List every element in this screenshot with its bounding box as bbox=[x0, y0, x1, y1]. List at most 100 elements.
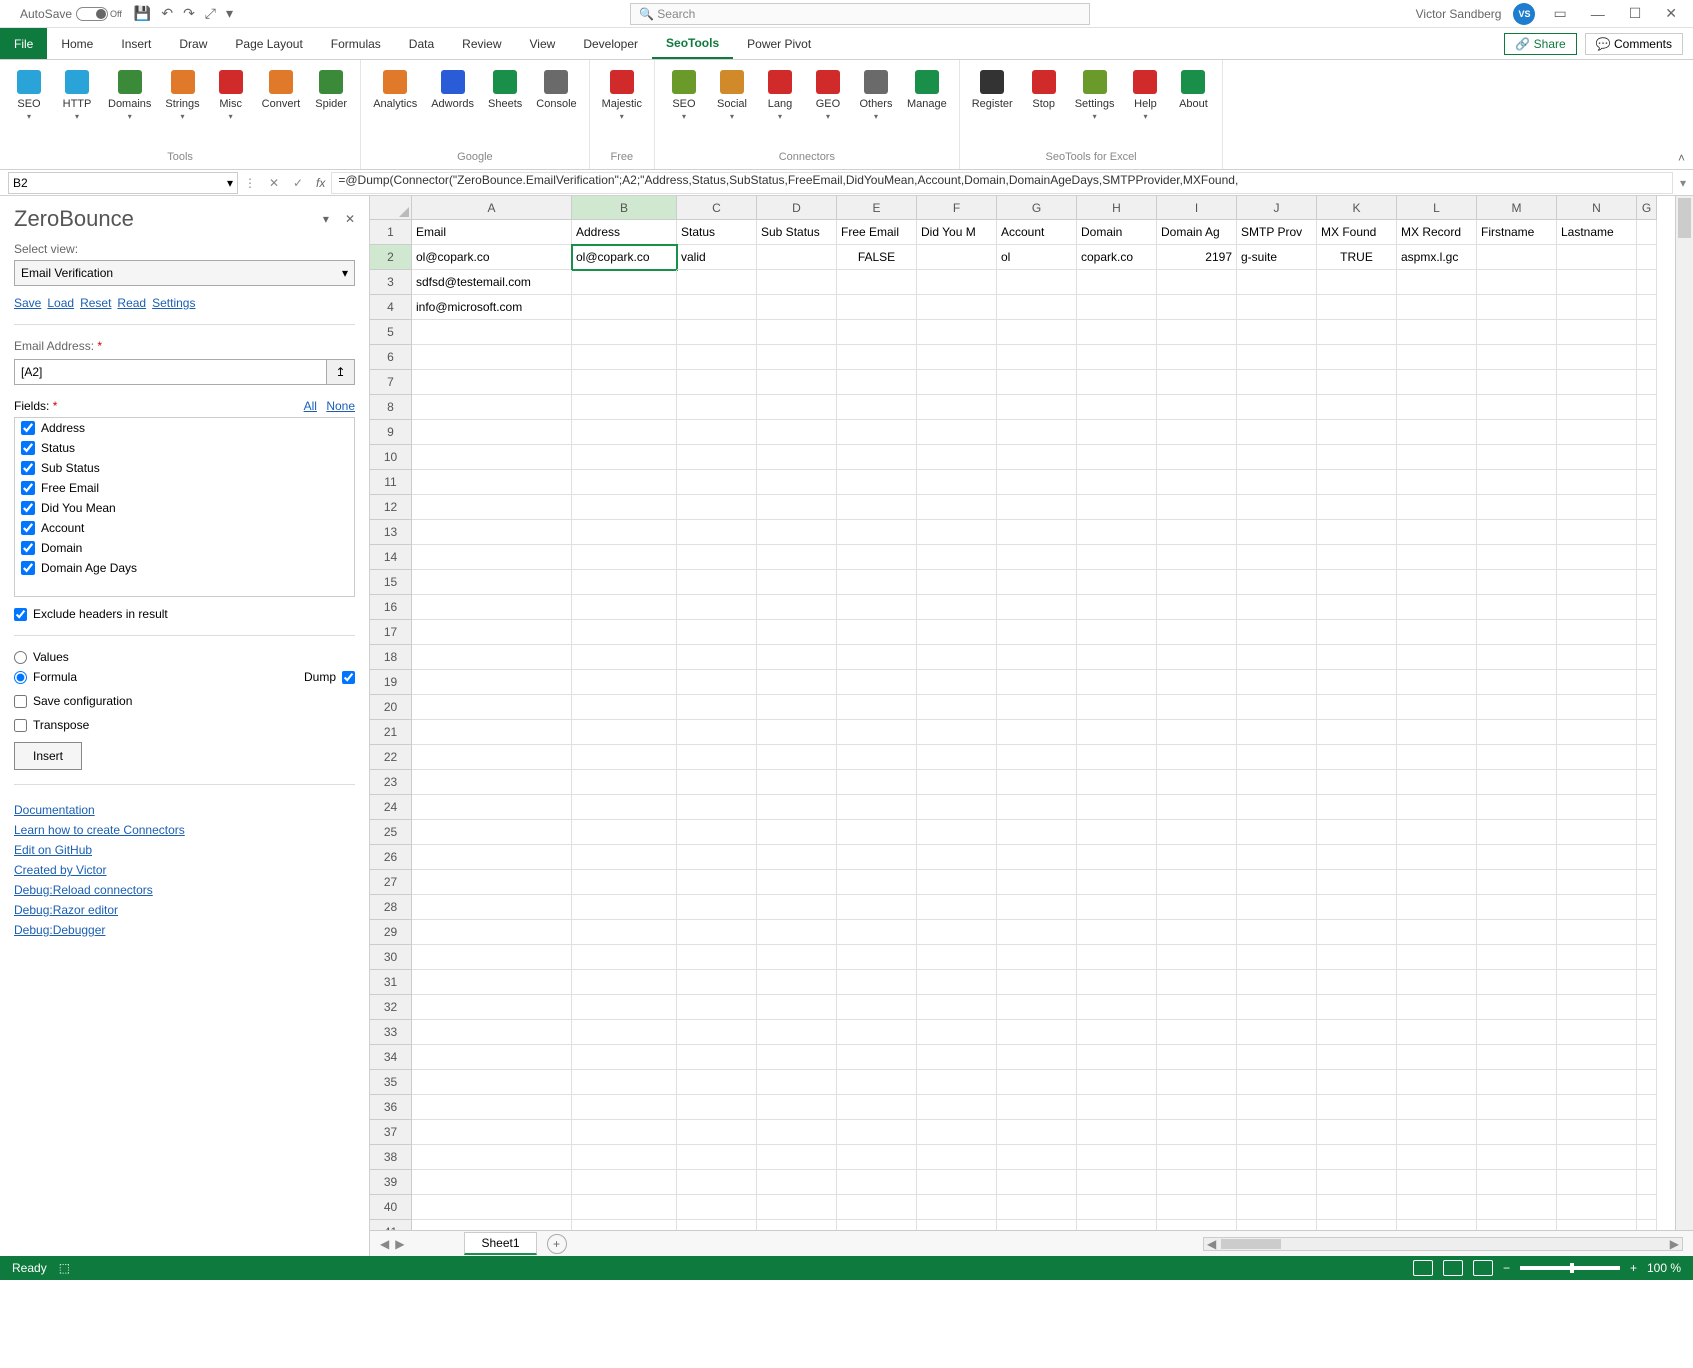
cell[interactable] bbox=[1077, 1095, 1157, 1120]
cell[interactable] bbox=[1317, 420, 1397, 445]
cell[interactable] bbox=[1157, 620, 1237, 645]
cell[interactable] bbox=[412, 770, 572, 795]
cell[interactable] bbox=[412, 870, 572, 895]
cell[interactable] bbox=[1157, 1220, 1237, 1230]
cell[interactable] bbox=[1397, 1170, 1477, 1195]
ribbon-seo[interactable]: SEO▾ bbox=[663, 64, 705, 151]
cell[interactable] bbox=[997, 495, 1077, 520]
cell[interactable] bbox=[1237, 720, 1317, 745]
cell[interactable] bbox=[677, 945, 757, 970]
cell[interactable] bbox=[572, 395, 677, 420]
cell[interactable] bbox=[757, 320, 837, 345]
cell[interactable] bbox=[1637, 220, 1657, 245]
cell[interactable] bbox=[1477, 720, 1557, 745]
cell[interactable] bbox=[997, 970, 1077, 995]
row-header[interactable]: 40 bbox=[370, 1195, 412, 1220]
row-header[interactable]: 10 bbox=[370, 445, 412, 470]
cell[interactable] bbox=[757, 270, 837, 295]
cell[interactable] bbox=[917, 445, 997, 470]
cell[interactable] bbox=[757, 770, 837, 795]
cell[interactable] bbox=[757, 370, 837, 395]
close-icon[interactable]: ✕ bbox=[1659, 5, 1683, 22]
tab-power-pivot[interactable]: Power Pivot bbox=[733, 28, 825, 59]
field-row[interactable]: Sub Status bbox=[15, 458, 354, 478]
cell[interactable] bbox=[757, 845, 837, 870]
cell[interactable]: TRUE bbox=[1317, 245, 1397, 270]
ribbon-strings[interactable]: Strings▾ bbox=[161, 64, 203, 151]
cell[interactable] bbox=[1397, 745, 1477, 770]
formula-input[interactable]: =@Dump(Connector("ZeroBounce.EmailVerifi… bbox=[331, 172, 1673, 194]
cell[interactable] bbox=[1557, 395, 1637, 420]
cell[interactable] bbox=[1637, 870, 1657, 895]
cell[interactable]: ol@copark.co bbox=[572, 245, 677, 270]
tab-seotools[interactable]: SeoTools bbox=[652, 28, 733, 59]
ribbon-majestic[interactable]: Majestic▾ bbox=[598, 64, 646, 151]
cell[interactable] bbox=[1397, 345, 1477, 370]
cell[interactable] bbox=[1637, 570, 1657, 595]
cell[interactable] bbox=[412, 845, 572, 870]
cell[interactable] bbox=[917, 870, 997, 895]
cell[interactable]: ol@copark.co bbox=[412, 245, 572, 270]
cell[interactable] bbox=[757, 870, 837, 895]
cell[interactable] bbox=[1317, 795, 1397, 820]
cell[interactable] bbox=[1637, 1170, 1657, 1195]
cell[interactable] bbox=[757, 345, 837, 370]
cell[interactable] bbox=[412, 1170, 572, 1195]
cell[interactable] bbox=[1077, 470, 1157, 495]
cell[interactable] bbox=[1477, 995, 1557, 1020]
cell[interactable] bbox=[917, 520, 997, 545]
cell[interactable] bbox=[1557, 1095, 1637, 1120]
cell[interactable] bbox=[837, 995, 917, 1020]
cell[interactable] bbox=[1077, 770, 1157, 795]
values-radio[interactable] bbox=[14, 651, 27, 664]
cell[interactable] bbox=[572, 545, 677, 570]
tab-data[interactable]: Data bbox=[395, 28, 448, 59]
cell[interactable] bbox=[1237, 870, 1317, 895]
cell[interactable] bbox=[1477, 1170, 1557, 1195]
ribbon-display-icon[interactable]: ▭ bbox=[1547, 5, 1572, 22]
cell[interactable] bbox=[1237, 920, 1317, 945]
cell[interactable]: Domain Ag bbox=[1157, 220, 1237, 245]
tab-review[interactable]: Review bbox=[448, 28, 515, 59]
row-header[interactable]: 36 bbox=[370, 1095, 412, 1120]
cell[interactable] bbox=[1237, 820, 1317, 845]
cell[interactable] bbox=[1477, 920, 1557, 945]
cell[interactable] bbox=[997, 695, 1077, 720]
cell[interactable] bbox=[1397, 1220, 1477, 1230]
cell[interactable] bbox=[1397, 470, 1477, 495]
cell[interactable] bbox=[677, 845, 757, 870]
cell[interactable] bbox=[1477, 1145, 1557, 1170]
cell[interactable] bbox=[1477, 595, 1557, 620]
cell[interactable] bbox=[1557, 245, 1637, 270]
cell[interactable] bbox=[757, 395, 837, 420]
cell[interactable] bbox=[917, 745, 997, 770]
cell[interactable] bbox=[1237, 445, 1317, 470]
cell[interactable] bbox=[1557, 270, 1637, 295]
cell[interactable] bbox=[1477, 1045, 1557, 1070]
cell[interactable] bbox=[1157, 1045, 1237, 1070]
zoom-slider[interactable] bbox=[1520, 1266, 1620, 1270]
cell[interactable] bbox=[412, 895, 572, 920]
cell[interactable] bbox=[1637, 945, 1657, 970]
cell[interactable]: 2197 bbox=[1157, 245, 1237, 270]
cell[interactable] bbox=[1477, 270, 1557, 295]
cell[interactable] bbox=[677, 1220, 757, 1230]
cell[interactable] bbox=[1477, 570, 1557, 595]
cell[interactable]: MX Found bbox=[1317, 220, 1397, 245]
cell[interactable] bbox=[412, 470, 572, 495]
cell[interactable] bbox=[1637, 320, 1657, 345]
cell[interactable] bbox=[757, 620, 837, 645]
cell[interactable] bbox=[1397, 770, 1477, 795]
cell[interactable] bbox=[1477, 495, 1557, 520]
cell[interactable] bbox=[757, 1195, 837, 1220]
cell[interactable] bbox=[997, 570, 1077, 595]
cell[interactable] bbox=[1237, 1195, 1317, 1220]
col-header[interactable]: A bbox=[412, 196, 572, 220]
cell[interactable]: MX Record bbox=[1397, 220, 1477, 245]
cell[interactable] bbox=[1477, 745, 1557, 770]
cell[interactable] bbox=[917, 295, 997, 320]
cell[interactable] bbox=[1477, 870, 1557, 895]
cell[interactable] bbox=[837, 1045, 917, 1070]
cell[interactable] bbox=[677, 770, 757, 795]
cell[interactable] bbox=[572, 795, 677, 820]
